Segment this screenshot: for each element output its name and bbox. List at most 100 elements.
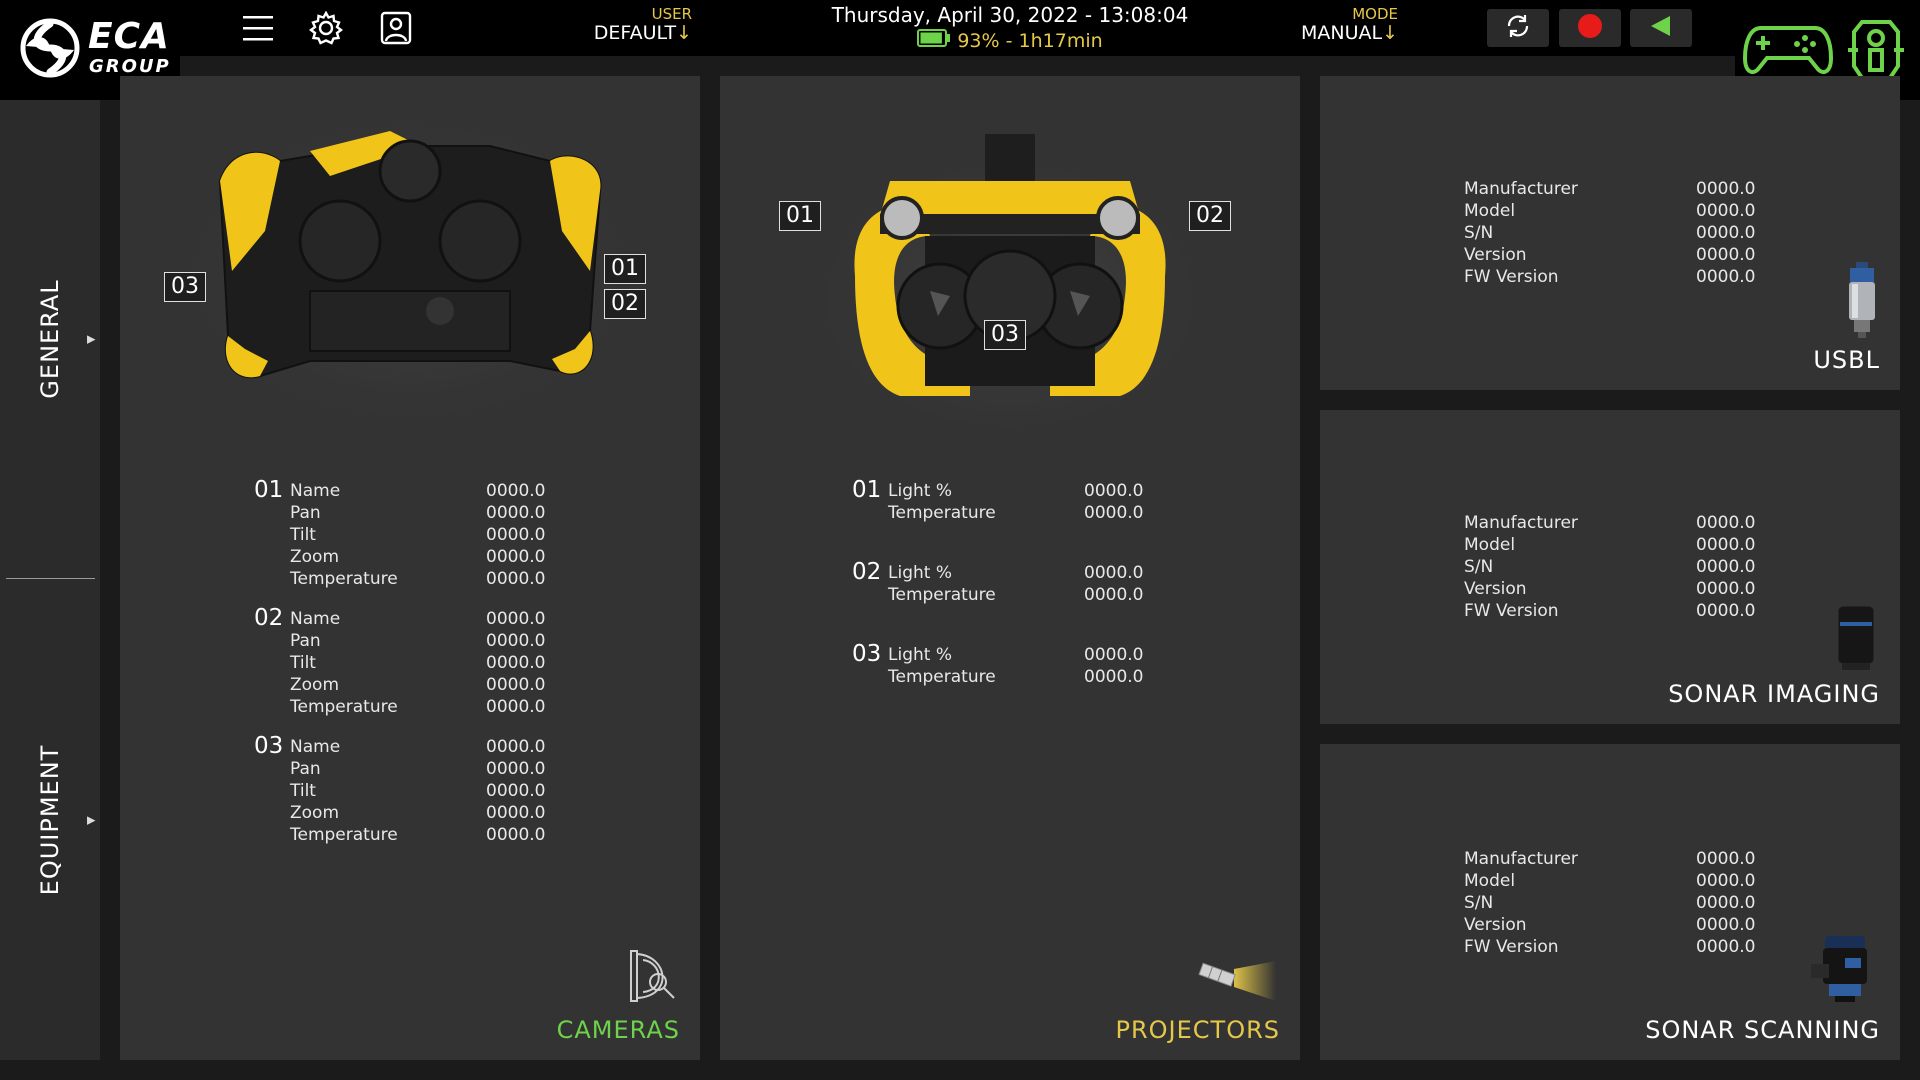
- group-number: 02: [852, 559, 882, 585]
- row-value: 0000.0: [486, 737, 546, 757]
- row-value: 0000.0: [1696, 937, 1756, 957]
- sidebar-item-label: EQUIPMENT: [36, 744, 64, 895]
- user-profile-icon[interactable]: [378, 10, 414, 46]
- group-number: 02: [254, 605, 284, 631]
- row-value: 0000.0: [1696, 915, 1756, 935]
- row-value: 0000.0: [486, 759, 546, 779]
- play-back-button[interactable]: [1630, 9, 1692, 47]
- refresh-button[interactable]: [1487, 9, 1549, 47]
- record-icon: [1576, 12, 1604, 44]
- row-label: S/N: [1464, 893, 1494, 913]
- sonar-imaging-panel: Manufacturer 0000.0 Model 0000.0 S/N 0000.0…: [1320, 410, 1900, 724]
- row-label: Model: [1464, 535, 1516, 555]
- row-label: Version: [1464, 245, 1527, 265]
- row-value: 0000.0: [486, 781, 546, 801]
- row-label: Tilt: [290, 525, 316, 545]
- row-value: 0000.0: [1696, 871, 1756, 891]
- row-value: 0000.0: [1084, 563, 1144, 583]
- mode-value: MANUAL: [1300, 22, 1383, 44]
- row-value: 0000.0: [1084, 503, 1144, 523]
- group-number: 01: [254, 477, 284, 503]
- row-value: 0000.0: [486, 525, 546, 545]
- group-number: 01: [852, 477, 882, 503]
- row-label: Light %: [888, 481, 952, 501]
- sidebar-item-equipment[interactable]: EQUIPMENT ▶: [0, 579, 100, 1060]
- camera-tag-01: 01: [604, 254, 646, 284]
- row-label: Version: [1464, 579, 1527, 599]
- chevron-right-icon: ▶: [87, 332, 96, 346]
- row-label: Pan: [290, 759, 321, 779]
- camera-tag-02: 02: [604, 289, 646, 319]
- sonar-imaging-title: SONAR IMAGING: [1668, 680, 1880, 708]
- mode-dropdown-arrow-icon: ↓: [1382, 22, 1398, 44]
- user-label: USER: [651, 5, 692, 23]
- row-label: Tilt: [290, 781, 316, 801]
- row-value: 0000.0: [1696, 223, 1756, 243]
- user-dropdown-arrow-icon: ↓: [676, 22, 692, 44]
- row-value: 0000.0: [1696, 245, 1756, 265]
- row-label: S/N: [1464, 557, 1494, 577]
- row-value: 0000.0: [486, 503, 546, 523]
- row-label: Tilt: [290, 653, 316, 673]
- eca-logo-icon: [20, 18, 80, 78]
- camera-icon: [628, 948, 680, 1008]
- row-value: 0000.0: [1084, 585, 1144, 605]
- row-value: 0000.0: [1696, 579, 1756, 599]
- row-label: Manufacturer: [1464, 513, 1578, 533]
- row-value: 0000.0: [1696, 513, 1756, 533]
- row-value: 0000.0: [486, 481, 546, 501]
- battery-status: 93% - 1h17min: [820, 29, 1200, 53]
- row-label: S/N: [1464, 223, 1494, 243]
- row-value: 0000.0: [1084, 667, 1144, 687]
- row-label: Temperature: [290, 569, 398, 589]
- row-value: 0000.0: [486, 609, 546, 629]
- group-number: 03: [852, 641, 882, 667]
- projector-tag-02: 02: [1189, 201, 1231, 231]
- row-label: Temperature: [888, 503, 996, 523]
- usbl-panel: Manufacturer 0000.0 Model 0000.0 S/N 0000.0…: [1320, 76, 1900, 390]
- menu-icon[interactable]: [240, 10, 276, 46]
- chevron-right-icon: ▶: [87, 813, 96, 826]
- row-label: Model: [1464, 201, 1516, 221]
- projectors-panel: 01 02 03 01 Light % 0000.0 Temperature 000…: [720, 76, 1300, 1060]
- row-label: Zoom: [290, 547, 340, 567]
- row-label: Temperature: [290, 825, 398, 845]
- sidebar: GENERAL ▶ EQUIPMENT ▶: [0, 100, 100, 1060]
- group-number: 03: [254, 733, 284, 759]
- bottom-strip: [0, 1060, 1920, 1080]
- sonar-scanning-device-icon: [1805, 934, 1875, 1008]
- sonar-scanning-panel: Manufacturer 0000.0 Model 0000.0 S/N 0000.0…: [1320, 744, 1900, 1060]
- projector-tag-03: 03: [984, 320, 1026, 350]
- cameras-title: CAMERAS: [556, 1016, 680, 1044]
- projector-tag-01: 01: [779, 201, 821, 231]
- row-label: FW Version: [1464, 267, 1559, 287]
- rov-front-view-image: [820, 126, 1200, 430]
- battery-icon: [917, 29, 951, 53]
- row-label: Pan: [290, 631, 321, 651]
- datetime: Thursday, April 30, 2022 - 13:08:04: [831, 3, 1189, 27]
- row-label: FW Version: [1464, 937, 1559, 957]
- row-label: Name: [290, 737, 341, 757]
- mode-selector[interactable]: MODE MANUAL↓: [1262, 6, 1398, 44]
- cameras-panel: 03 01 02 01 Name 0000.0 Pan 0000.0 Tilt 000…: [120, 76, 700, 1060]
- row-value: 0000.0: [486, 803, 546, 823]
- row-label: Zoom: [290, 803, 340, 823]
- record-button[interactable]: [1559, 9, 1621, 47]
- sidebar-item-general[interactable]: GENERAL ▶: [0, 100, 100, 578]
- row-value: 0000.0: [1696, 893, 1756, 913]
- refresh-icon: [1504, 12, 1532, 44]
- user-value: DEFAULT: [593, 22, 677, 44]
- settings-gear-icon[interactable]: [308, 10, 344, 46]
- row-label: Manufacturer: [1464, 849, 1578, 869]
- gamepad-icon[interactable]: [1742, 18, 1834, 84]
- row-value: 0000.0: [486, 675, 546, 695]
- row-label: Name: [290, 609, 341, 629]
- row-value: 0000.0: [1696, 201, 1756, 221]
- battery-text: 93% - 1h17min: [957, 30, 1103, 52]
- row-label: FW Version: [1464, 601, 1559, 621]
- sidebar-item-label: GENERAL: [36, 279, 64, 399]
- row-label: Name: [290, 481, 341, 501]
- user-selector[interactable]: USER DEFAULT↓: [560, 6, 692, 44]
- camera-tag-03: 03: [164, 272, 206, 302]
- row-value: 0000.0: [1696, 849, 1756, 869]
